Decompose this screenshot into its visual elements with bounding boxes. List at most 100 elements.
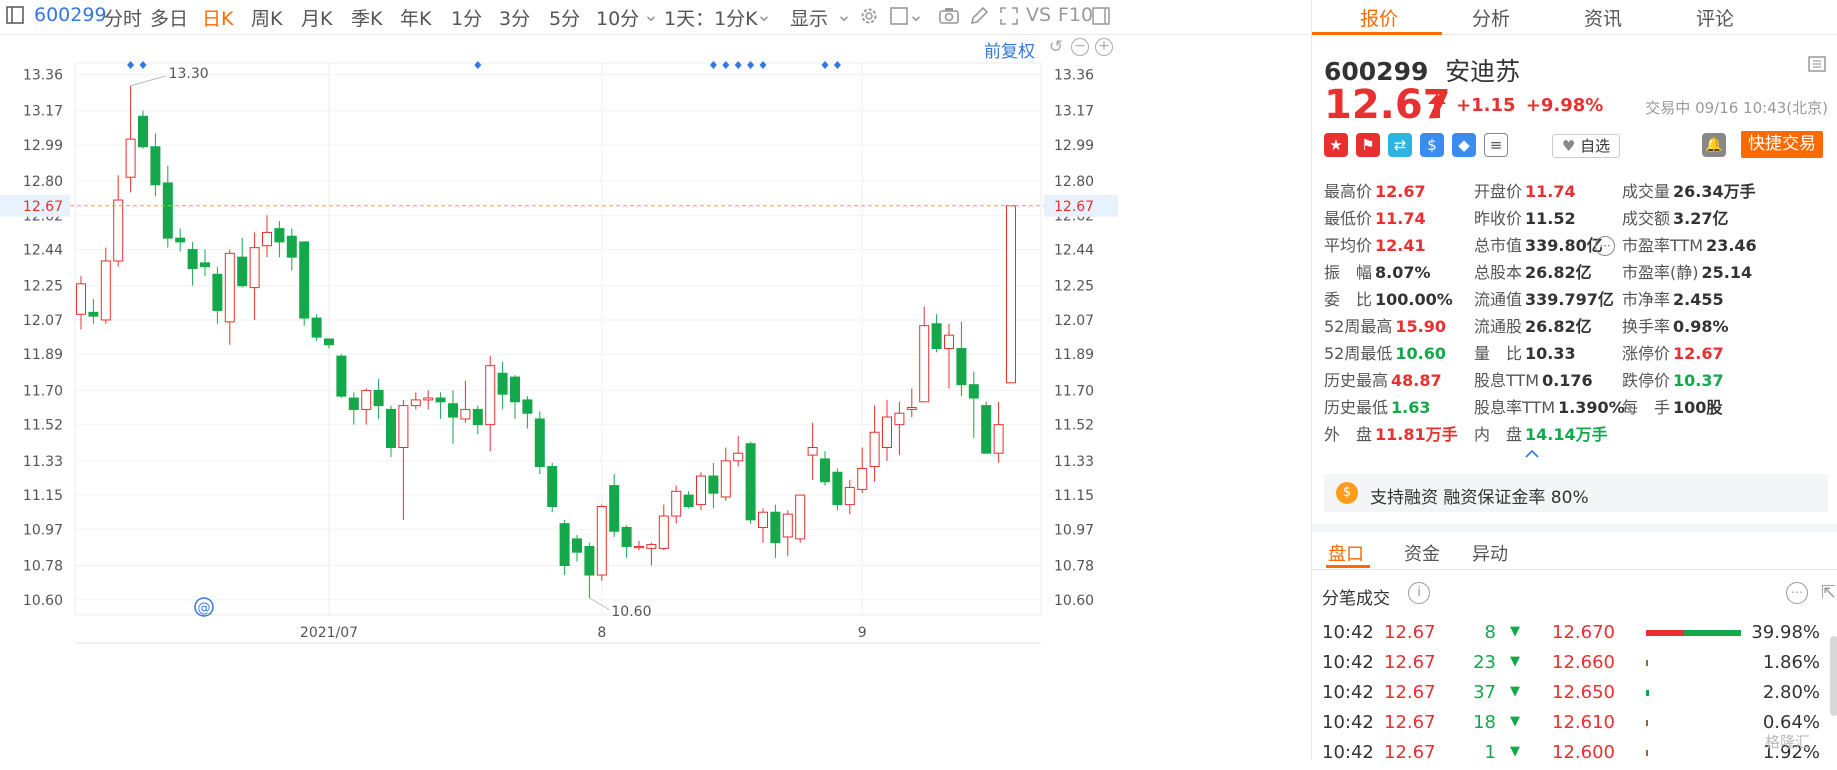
tab-comments[interactable]: 评论 [1696, 4, 1734, 31]
period-tab-quarterly[interactable]: 季K [351, 4, 382, 31]
period-tab-monthly[interactable]: 月K [301, 4, 332, 31]
minute-k-chevron-icon[interactable]: ⌄ [756, 4, 772, 26]
dollar-icon[interactable]: $ [1420, 133, 1444, 157]
tick-time: 10:42 [1322, 652, 1374, 673]
candle-body-down [584, 545, 595, 576]
period-tab-timeshare[interactable]: 分时 [104, 4, 142, 31]
period-tab-yearly[interactable]: 年K [400, 4, 431, 31]
tick-price: 12.67 [1384, 682, 1436, 703]
period-tab-multiday[interactable]: 多日 [150, 4, 188, 31]
tick-row: 10:42 12.67 37 ▼ 12.650 2.80% [1312, 680, 1837, 710]
market-cap-more-icon[interactable]: ⋯ [1595, 236, 1615, 256]
candle-body-down [559, 523, 570, 567]
hot-stock-icon[interactable]: ⚑ [1356, 133, 1380, 157]
info-icon[interactable]: i [1408, 582, 1430, 604]
quick-trade-button[interactable]: 快捷交易 [1741, 131, 1823, 158]
candle [993, 401, 1004, 463]
stock-code-label[interactable]: 600299 [34, 4, 107, 26]
connect-arrows-icon[interactable]: ⇄ [1388, 133, 1412, 157]
candle-body-down [138, 115, 148, 148]
candle [100, 247, 111, 324]
indicator-chevron-icon[interactable]: ⌄ [908, 4, 924, 26]
subtab-orderbook[interactable]: 盘口 [1328, 540, 1364, 566]
fullscreen-icon[interactable] [998, 6, 1020, 28]
subtab-anomaly[interactable]: 异动 [1472, 540, 1508, 566]
candle-body-up [906, 407, 917, 410]
zoom-in-icon[interactable]: + [1095, 38, 1113, 56]
kline-chart[interactable]: 13.36 13.36 13.17 13.17 12.99 12.99 12.80 12.80… [0, 35, 1310, 759]
tab-news[interactable]: 资讯 [1584, 4, 1622, 31]
quote-row: 最低价 11.74 昨收价 11.52 成交额 3.27亿 [1324, 205, 1834, 232]
current-price-label-right: 12.67 [1054, 199, 1094, 215]
quote-row: 振 幅 8.07% 总股本 26.82亿 市盈率(静) 25.14 [1324, 259, 1834, 286]
quote-label: 开盘价 [1474, 182, 1523, 201]
tick-time: 10:42 [1322, 712, 1374, 733]
alert-bell-icon[interactable]: 🔔 [1702, 133, 1726, 157]
tab-quote[interactable]: 报价 [1360, 4, 1398, 31]
minute-k-select[interactable]: 1天：1分K [664, 4, 758, 31]
candle-body-up [224, 252, 235, 323]
candle-body-down [981, 405, 992, 454]
period-tab-weekly[interactable]: 周K [251, 4, 282, 31]
kline-chart-area: 13.36 13.36 13.17 13.17 12.99 12.99 12.80 12.80… [0, 35, 1310, 759]
margin-trading-banner[interactable]: $ 支持融资 融资保证金率 80% [1324, 474, 1828, 512]
candle [249, 232, 260, 320]
quote-label: 跌停价 [1622, 371, 1671, 390]
candle [237, 238, 248, 288]
tab-analysis[interactable]: 分析 [1472, 4, 1510, 31]
volume-ratio-bar [1646, 690, 1649, 696]
sidebar-toggle-icon[interactable] [4, 6, 26, 28]
indicator-box-icon[interactable] [888, 6, 910, 28]
quote-value: 15.90 [1395, 317, 1446, 336]
tick-list-scrollbar[interactable] [1830, 636, 1837, 716]
y-axis-label-right: 12.07 [1054, 313, 1094, 329]
display-chevron-icon[interactable]: ⌄ [836, 4, 852, 26]
pencil-draw-icon[interactable] [968, 6, 990, 28]
candle-body-up [249, 247, 260, 289]
settings-gear-icon[interactable] [858, 6, 880, 28]
quote-value: 12.67 [1673, 344, 1724, 363]
candle [423, 390, 434, 410]
quote-value: 100股 [1673, 398, 1723, 417]
candle-body-down [336, 355, 347, 397]
collapse-chevron-icon[interactable] [1524, 444, 1540, 458]
period-tab-10min[interactable]: 10分 [596, 4, 639, 31]
period-tab-1min[interactable]: 1分 [451, 4, 482, 31]
tick-price: 12.67 [1384, 742, 1436, 763]
at-badge-icon[interactable]: @ [194, 597, 214, 617]
vs-compare-button[interactable]: VS [1026, 4, 1051, 26]
undo-icon[interactable]: ↺ [1047, 38, 1065, 56]
candle-body-down [175, 237, 186, 243]
period-tab-3min[interactable]: 3分 [499, 4, 530, 31]
subtab-capital[interactable]: 资金 [1404, 540, 1440, 566]
quote-row: 历史最低 1.63 股息率TTM 1.390% 每 手 100股 [1324, 394, 1834, 421]
period-more-chevron-icon[interactable]: ⌄ [643, 4, 659, 26]
display-menu[interactable]: 显示 [790, 4, 828, 31]
f10-button[interactable]: F10 [1058, 4, 1093, 26]
x-axis-label: 2021/07 [300, 625, 358, 641]
event-marker-icon [139, 61, 147, 69]
volume-ratio-bar [1646, 720, 1648, 726]
change-amount: +1.15 [1456, 95, 1516, 116]
period-tab-daily[interactable]: 日K [202, 4, 233, 31]
more-options-icon[interactable]: ⋯ [1786, 582, 1808, 604]
add-watchlist-button[interactable]: ♥ 自选 [1552, 134, 1620, 158]
candle-body-down [311, 317, 322, 338]
x-axis-label: 9 [858, 625, 867, 641]
candle [138, 110, 148, 149]
quote-item: 流通股 26.82亿 [1474, 313, 1592, 337]
detail-list-icon[interactable] [1808, 56, 1826, 72]
candle-body-down [274, 228, 285, 243]
zoom-out-icon[interactable]: − [1071, 38, 1089, 56]
active-subtab-indicator [1326, 565, 1370, 568]
panel-toggle-icon[interactable] [1090, 6, 1112, 28]
tag-icon[interactable]: ◆ [1452, 133, 1476, 157]
price-adjust-button[interactable]: 前复权 [984, 37, 1035, 62]
quote-label: 52周最高 [1324, 317, 1393, 336]
note-icon[interactable]: ≡ [1484, 133, 1508, 157]
y-axis-label-left: 11.15 [23, 488, 63, 504]
expand-icon[interactable]: ⇱ [1821, 582, 1836, 603]
camera-icon[interactable] [938, 6, 960, 28]
period-tab-5min[interactable]: 5分 [549, 4, 580, 31]
china-flag-icon[interactable]: ★ [1324, 133, 1348, 157]
